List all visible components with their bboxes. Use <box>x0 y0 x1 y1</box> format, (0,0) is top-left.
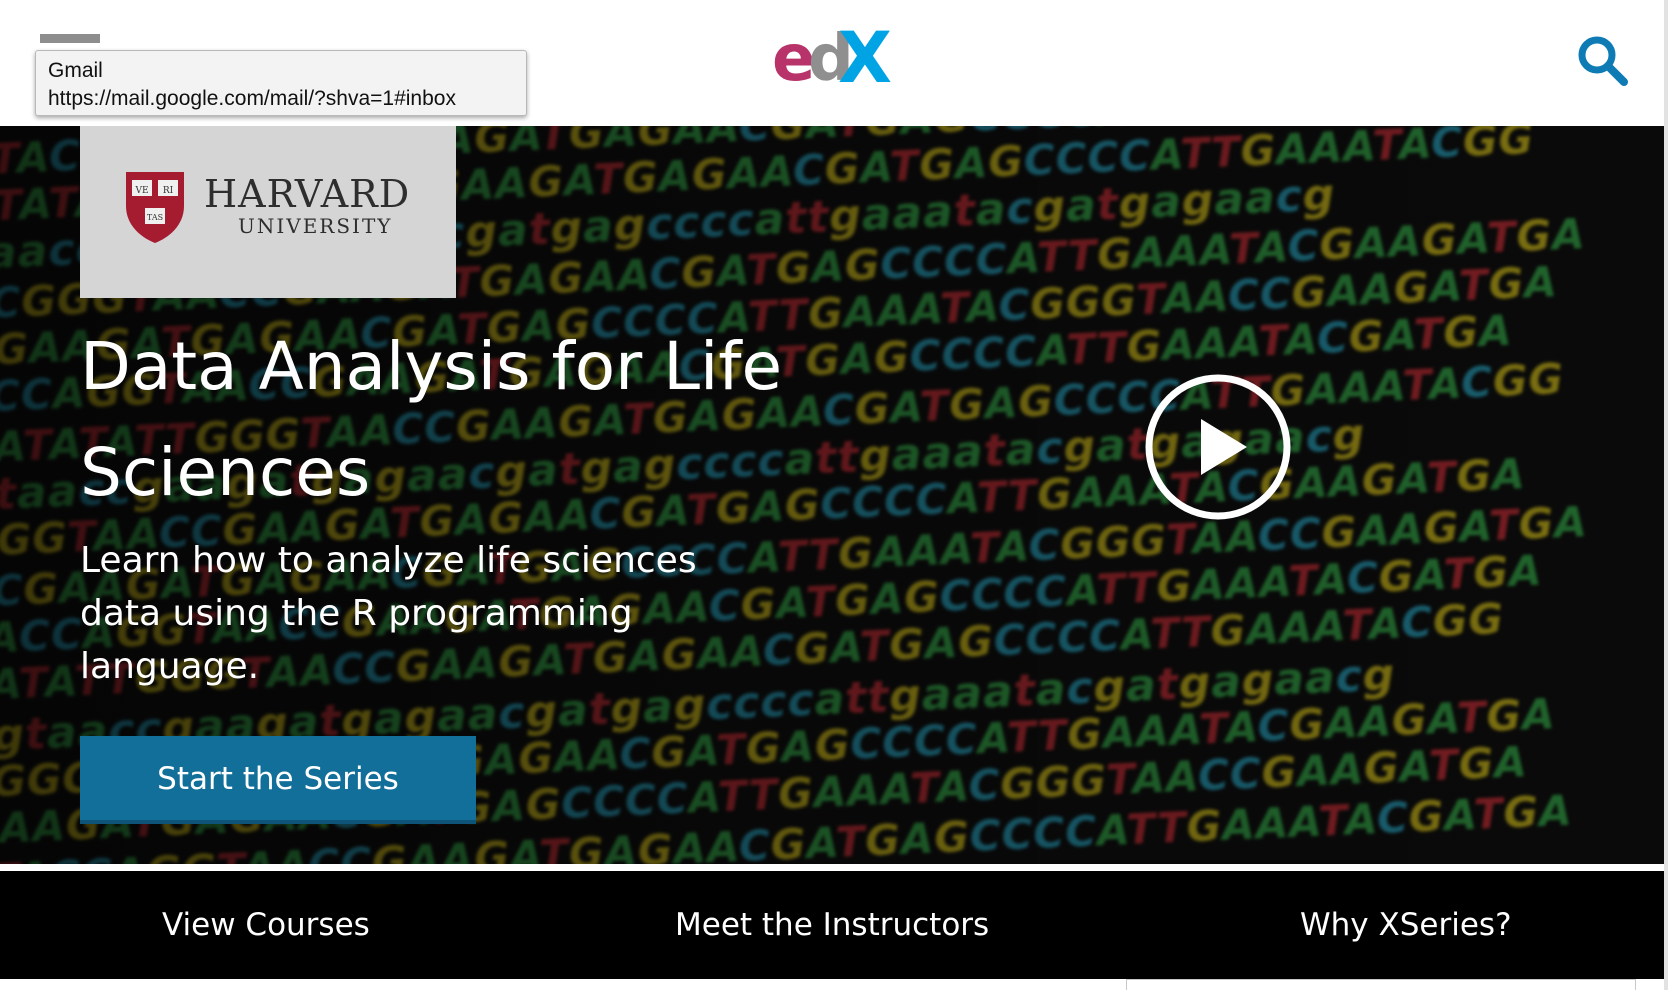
lower-panel-edge <box>1126 979 1636 990</box>
play-icon[interactable] <box>1143 372 1293 522</box>
nav-view-courses[interactable]: View Courses <box>162 871 370 979</box>
partner-name: HARVARD <box>204 172 411 216</box>
start-the-series-button[interactable]: Start the Series <box>80 736 476 824</box>
partner-subname: UNIVERSITY <box>238 214 393 238</box>
window-edge <box>1664 0 1668 990</box>
harvard-university-logo[interactable]: VE RI TAS HARVARD UNIVERSITY <box>80 126 456 298</box>
hamburger-menu-icon[interactable] <box>40 34 100 43</box>
hero-divider <box>0 864 1668 871</box>
harvard-shield-icon: VE RI TAS <box>126 172 184 243</box>
nav-meet-the-instructors[interactable]: Meet the Instructors <box>675 871 989 979</box>
shield-text-3: TAS <box>147 213 163 222</box>
svg-text:X: X <box>838 22 892 92</box>
shield-text-1: VE <box>134 186 148 196</box>
tooltip-url: https://mail.google.com/mail/?shva=1#inb… <box>48 87 456 110</box>
hero-title: Data Analysis for Life Sciences <box>80 328 783 511</box>
tooltip-title: Gmail <box>48 59 103 82</box>
shield-text-2: RI <box>163 186 174 196</box>
hero-subtitle: Learn how to analyze life sciences data … <box>80 540 697 687</box>
search-icon[interactable] <box>1576 34 1630 88</box>
edx-logo[interactable]: e d X <box>772 22 898 92</box>
nav-why-xseries[interactable]: Why XSeries? <box>1300 871 1512 979</box>
link-tooltip: Gmail https://mail.google.com/mail/?shva… <box>35 50 527 116</box>
hero-banner: TTACCAGGTAACCGAAGATGAGAACGATGAGCCCCATTGA… <box>0 126 1668 864</box>
page: e d X Gmail https://mail.google.com/mail… <box>0 0 1668 990</box>
series-nav: View Courses Meet the Instructors Why XS… <box>0 871 1668 979</box>
